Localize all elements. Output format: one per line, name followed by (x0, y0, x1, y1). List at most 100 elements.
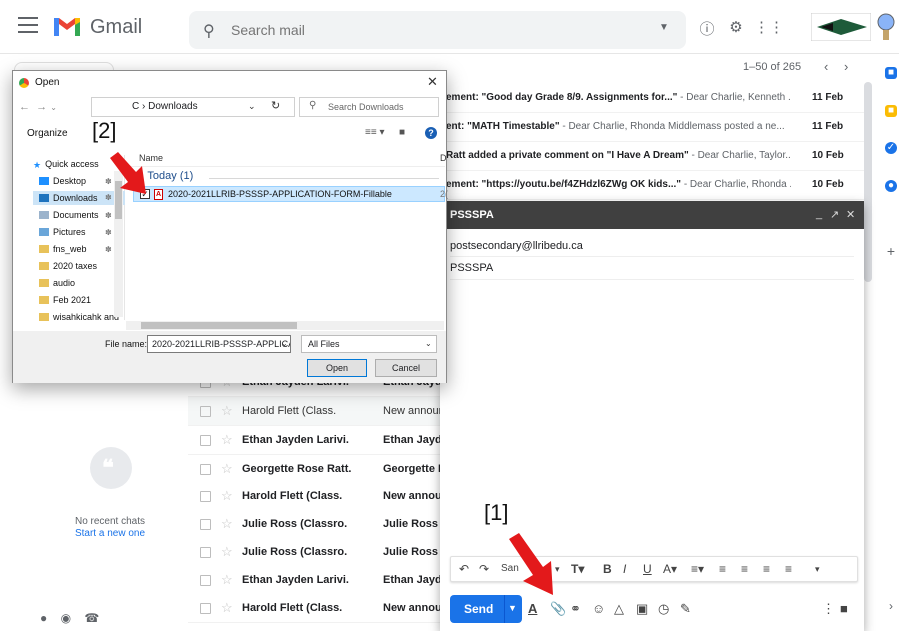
account-avatar[interactable] (875, 12, 897, 42)
signature-icon[interactable]: ✎ (680, 601, 691, 617)
row-checkbox[interactable] (200, 547, 211, 558)
add-addon-icon[interactable]: + (885, 244, 897, 258)
column-header-date[interactable]: D (440, 153, 447, 163)
italic-icon[interactable]: I (623, 562, 626, 576)
star-icon[interactable]: ☆ (221, 461, 233, 477)
row-checkbox[interactable] (200, 406, 211, 417)
compose-header[interactable]: PSSSPA _ ↗ ✕ (440, 201, 864, 229)
close-icon[interactable]: ✕ (427, 74, 438, 90)
attach-file-icon[interactable]: 📎 (550, 601, 566, 617)
list-scrollbar[interactable] (864, 82, 872, 282)
tree-item-pictures[interactable]: Pictures (39, 227, 86, 237)
tree-item-documents[interactable]: Documents (39, 210, 99, 220)
calendar-icon[interactable]: ■ (885, 67, 897, 79)
align-icon[interactable]: ≡▾ (691, 562, 704, 576)
email-row[interactable]: ent: "MATH Timestable" - Dear Charlie, R… (440, 113, 864, 142)
insert-photo-icon[interactable]: ▣ (636, 601, 648, 617)
file-row[interactable]: ✓ A 2020-2021LLRIB-PSSSP-APPLICATION-FOR… (133, 186, 448, 202)
drive-icon[interactable]: △ (614, 601, 624, 617)
tasks-icon[interactable]: ✓ (885, 142, 897, 154)
more-options-icon[interactable]: ⋮ (822, 601, 835, 617)
confidential-icon[interactable]: ◷ (658, 601, 669, 617)
minimize-icon[interactable]: _ (816, 208, 822, 220)
row-checkbox[interactable] (200, 519, 211, 530)
expand-icon[interactable]: ↗ (830, 208, 839, 221)
row-checkbox[interactable] (200, 435, 211, 446)
apps-icon[interactable]: ⋮⋮ (754, 18, 784, 36)
horizontal-scroll-thumb[interactable] (141, 322, 297, 329)
indent-more-icon[interactable]: ≡ (785, 562, 792, 576)
keep-icon[interactable]: ■ (885, 105, 897, 117)
search-input[interactable] (231, 20, 631, 40)
star-icon[interactable]: ☆ (221, 600, 233, 616)
organization-logo[interactable] (811, 13, 871, 41)
search-options-icon[interactable]: ▼ (659, 22, 669, 33)
help-icon[interactable]: ⓘ (697, 18, 717, 39)
file-type-dropdown-icon[interactable]: ⌄ (425, 339, 432, 348)
star-icon[interactable]: ☆ (221, 403, 233, 419)
email-row[interactable]: ement: "Good day Grade 8/9. Assignments … (440, 84, 864, 113)
star-icon[interactable]: ☆ (221, 516, 233, 532)
insert-link-icon[interactable]: ⚭ (570, 601, 581, 617)
text-color-icon[interactable]: A▾ (663, 562, 677, 576)
address-path[interactable]: C › Downloads (132, 101, 198, 112)
menu-icon[interactable] (18, 17, 38, 35)
help-icon[interactable]: ? (425, 127, 437, 139)
chat-icon[interactable]: ◉ (61, 611, 71, 625)
search-downloads-input[interactable]: Search Downloads (299, 97, 439, 117)
view-options-icon[interactable]: ≡≡ ▾ (365, 127, 384, 138)
redo-icon[interactable]: ↷ (479, 562, 489, 576)
tree-item-audio[interactable]: audio (39, 278, 75, 288)
star-icon[interactable]: ☆ (221, 432, 233, 448)
forward-icon[interactable]: → (36, 101, 47, 113)
recent-dropdown-icon[interactable]: ⌄ (50, 103, 57, 112)
tree-item-2020-taxes[interactable]: 2020 taxes (39, 261, 97, 271)
undo-icon[interactable]: ↶ (459, 562, 469, 576)
tree-item-desktop[interactable]: Desktop (39, 176, 86, 186)
file-name-input[interactable]: 2020-2021LLRIB-PSSSP-APPLICATI (147, 335, 291, 353)
email-row[interactable]: Ratt added a private comment on "I Have … (440, 142, 864, 171)
tree-item-quick-access[interactable]: ★ Quick access (33, 159, 99, 170)
search-bar[interactable]: ⚲ ▼ (189, 11, 686, 49)
open-button[interactable]: Open (307, 359, 367, 377)
indent-less-icon[interactable]: ≡ (763, 562, 770, 576)
email-row[interactable]: ement: "https://youtu.be/f4ZHdzl6ZWg OK … (440, 171, 864, 200)
star-icon[interactable]: ☆ (221, 544, 233, 560)
start-chat-link[interactable]: Start a new one (50, 528, 170, 539)
to-field[interactable]: postsecondary@llribedu.ca (450, 235, 854, 257)
phone-icon[interactable]: ☎ (84, 611, 99, 625)
search-icon[interactable]: ⚲ (203, 21, 215, 41)
send-options-icon[interactable]: ▼ (508, 603, 517, 613)
row-checkbox[interactable] (200, 603, 211, 614)
formatting-options-icon[interactable]: A (528, 601, 537, 616)
recipient[interactable]: postsecondary@llribedu.ca (450, 240, 583, 252)
back-icon[interactable]: ← (19, 101, 30, 113)
cancel-button[interactable]: Cancel (375, 359, 437, 377)
row-checkbox[interactable] (200, 464, 211, 475)
numbered-list-icon[interactable]: ≡ (719, 562, 726, 576)
file-name-dropdown-icon[interactable]: ⌄ (281, 339, 288, 348)
bold-icon[interactable]: B (603, 562, 612, 576)
preview-pane-icon[interactable]: ■ (399, 127, 405, 138)
settings-icon[interactable]: ⚙ (726, 18, 746, 36)
text-size-icon[interactable]: T▾ (571, 562, 584, 576)
address-dropdown-icon[interactable]: ⌄ (248, 101, 256, 112)
newer-icon[interactable]: ‹ (824, 59, 828, 74)
address-bar[interactable]: C › Downloads (91, 97, 295, 117)
contacts-icon[interactable]: ● (40, 611, 47, 625)
older-icon[interactable]: › (844, 59, 848, 74)
star-icon[interactable]: ☆ (221, 488, 233, 504)
tree-item-wisahkicahk[interactable]: wisahkicahk and (39, 312, 119, 322)
discard-icon[interactable]: ■ (840, 601, 848, 616)
gmail-logo-icon[interactable] (52, 14, 82, 38)
emoji-icon[interactable]: ☺ (592, 601, 605, 616)
star-icon[interactable]: ☆ (221, 572, 233, 588)
tree-item-feb-2021[interactable]: Feb 2021 (39, 295, 91, 305)
bulleted-list-icon[interactable]: ≡ (741, 562, 748, 576)
more-formatting-icon[interactable]: ▾ (815, 564, 820, 575)
underline-icon[interactable]: U (643, 562, 652, 576)
close-icon[interactable]: ✕ (846, 208, 855, 221)
row-checkbox[interactable] (200, 575, 211, 586)
file-type-select[interactable]: All Files (301, 335, 437, 353)
subject-field[interactable]: PSSSPA (450, 258, 854, 280)
